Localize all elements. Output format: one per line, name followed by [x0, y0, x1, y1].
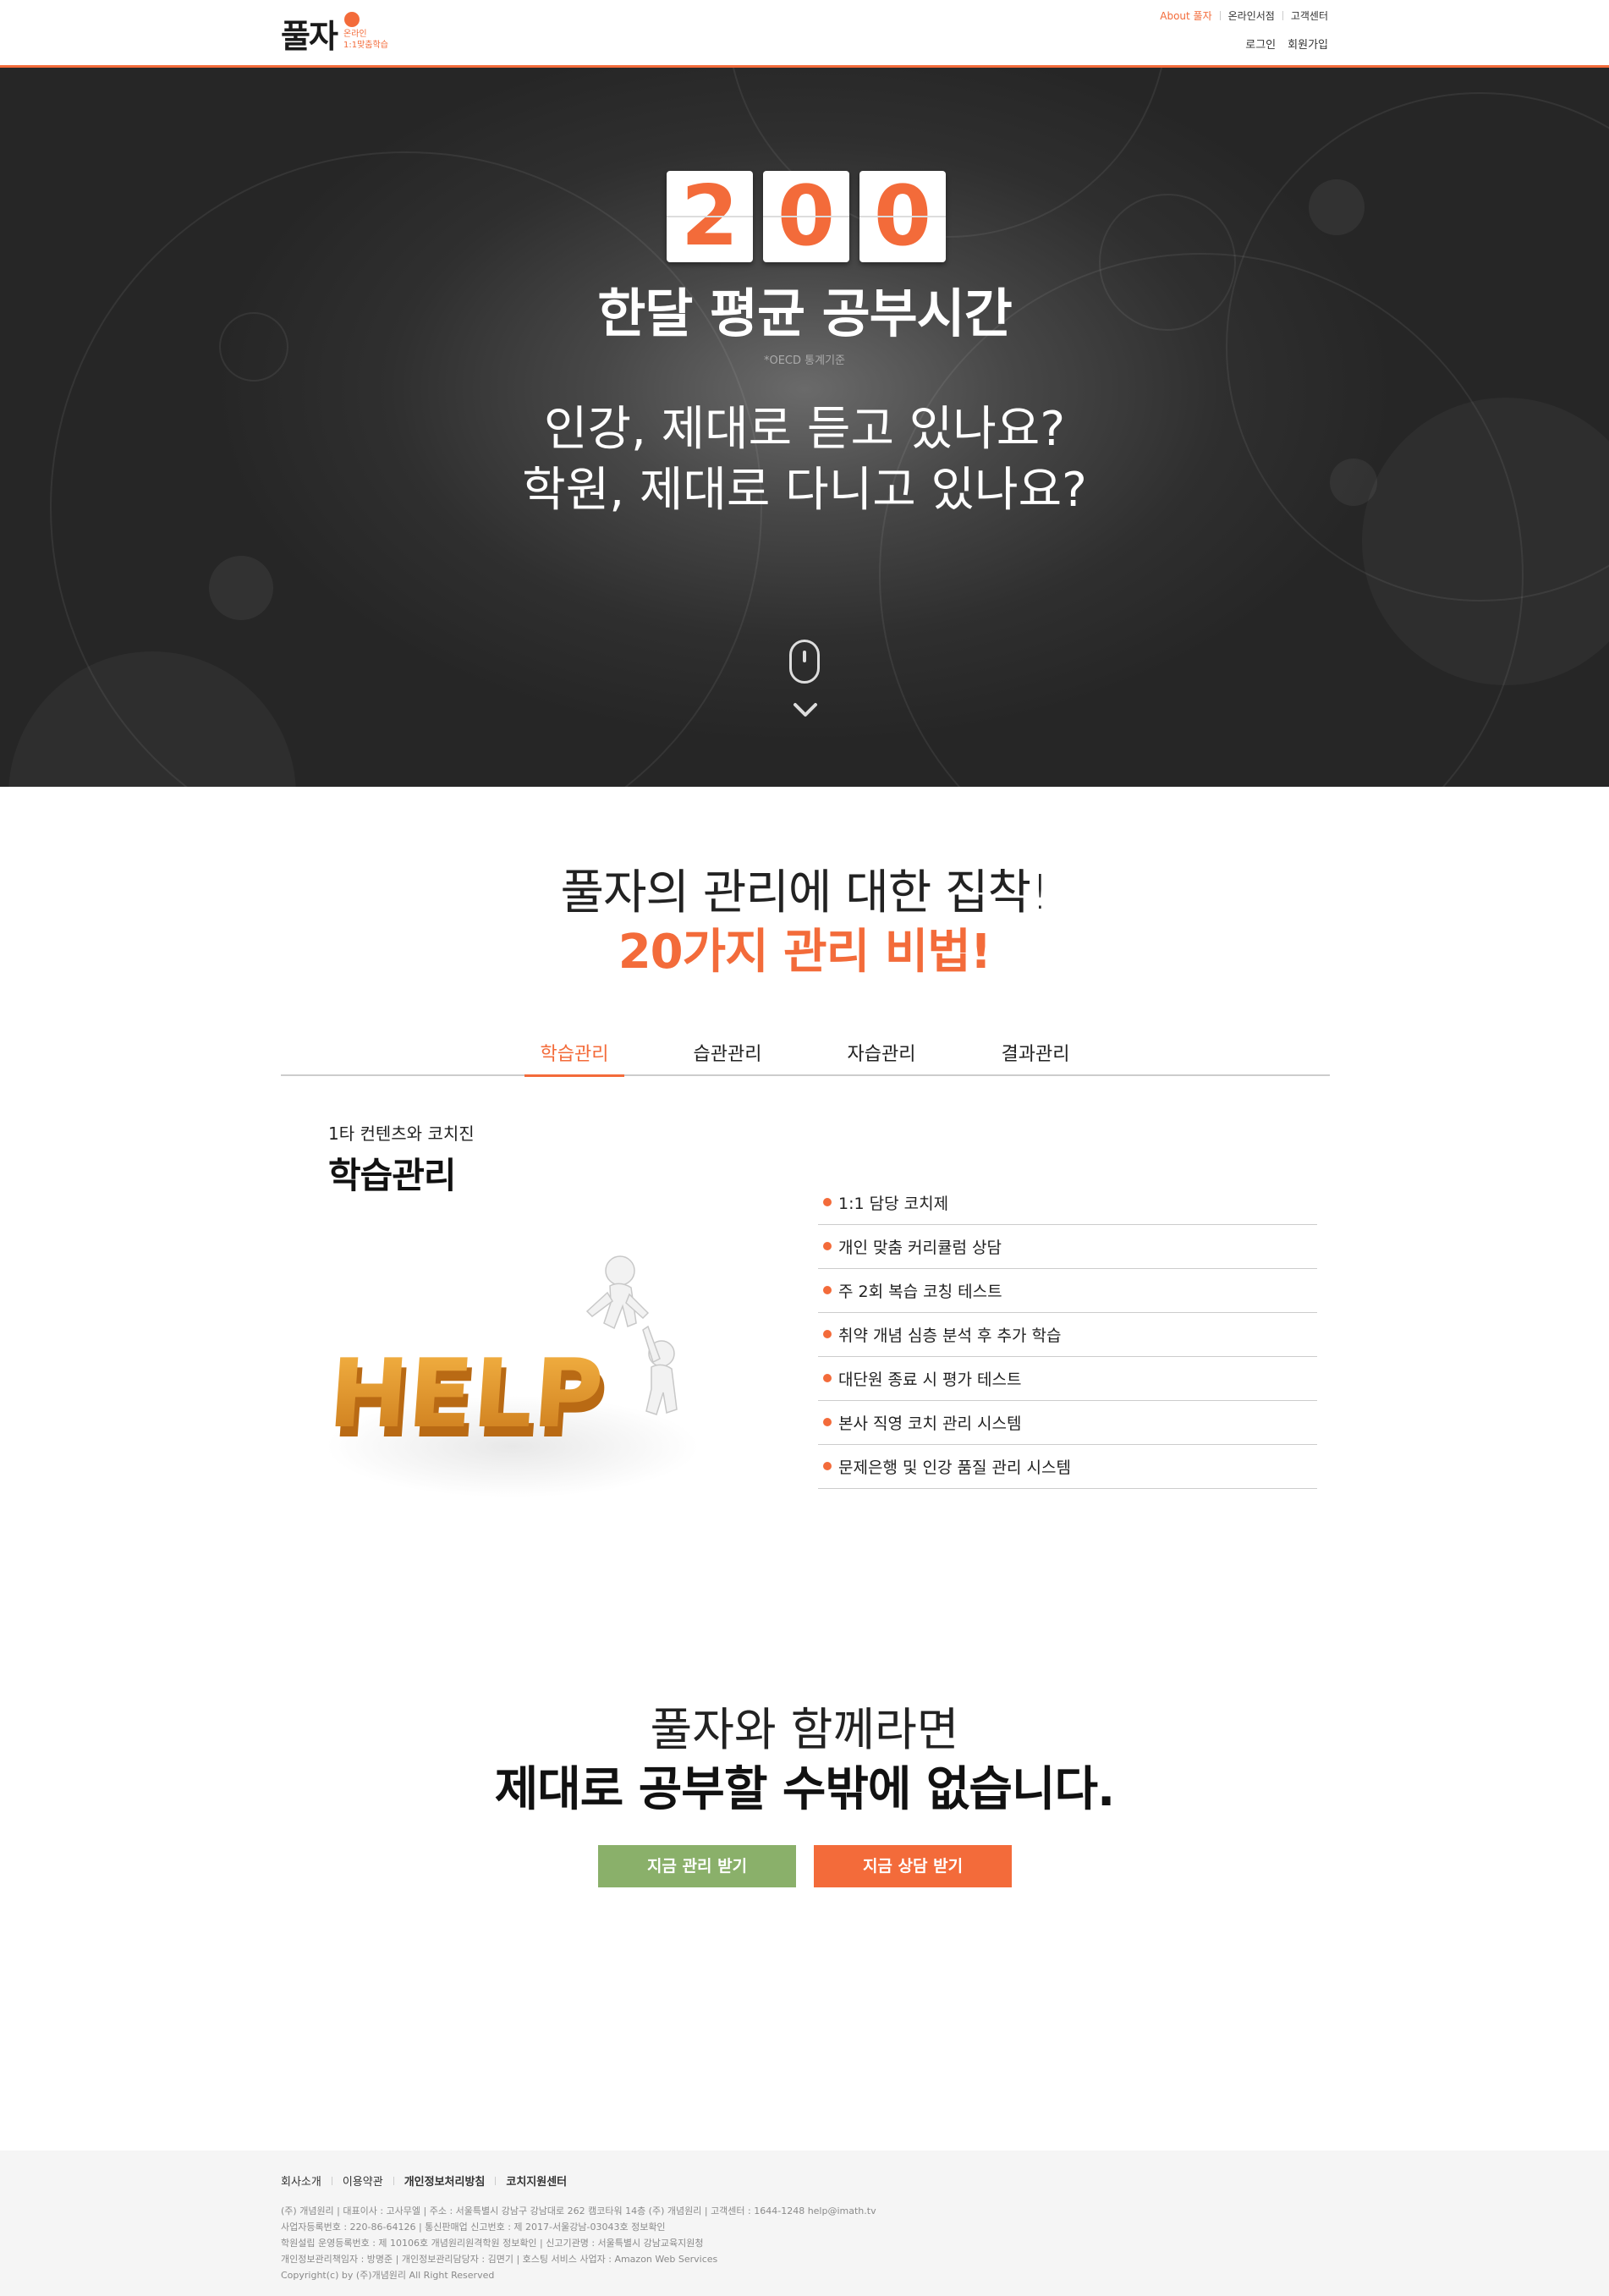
tab-habit-management[interactable]: 습관관리: [678, 1032, 777, 1076]
divider: [495, 2176, 497, 2185]
signup-link[interactable]: 회원가입: [1288, 36, 1328, 52]
bullet-icon: [823, 1286, 832, 1294]
utility-nav: About 풀자 온라인서점 고객센터: [1160, 8, 1328, 23]
footer-info-line: 개인정보관리책임자 : 방명준 | 개인정보관리담당자 : 김면기 | 호스팅 …: [281, 2254, 718, 2265]
bullet-icon: [823, 1418, 832, 1426]
bullet-icon: [823, 1198, 832, 1206]
management-tabs: 학습관리 습관관리 자습관리 결과관리: [281, 1032, 1330, 1077]
hero-title: 한달 평균 공부시간: [597, 283, 1013, 344]
section-subtitle: 20가지 관리 비법!: [618, 925, 992, 980]
site-footer: 회사소개 이용약관 개인정보처리방침 코치지원센터 (주) 개념원리 | 대표이…: [0, 2150, 1609, 2296]
hero-footnote: *OECD 통계기준: [763, 354, 845, 367]
help-word: HELP: [328, 1339, 607, 1449]
footer-links: 회사소개 이용약관 개인정보처리방침 코치지원센터: [281, 2172, 567, 2189]
feature-label: 문제은행 및 인강 품질 관리 시스템: [838, 1458, 1071, 1477]
list-item: 1:1 담당 코치제: [818, 1181, 1317, 1225]
logo-tagline-2: 1:1맞춤학습: [343, 41, 388, 50]
logo-bubble-icon: [344, 12, 360, 27]
footer-info-line: 사업자등록번호 : 220-86-64126 | 통신판매업 신고번호 : 제 …: [281, 2222, 666, 2233]
list-item: 주 2회 복습 코칭 테스트: [818, 1269, 1317, 1313]
counter-digit: 0: [763, 171, 849, 262]
feature-label: 개인 맞춤 커리큘럼 상담: [838, 1239, 1002, 1257]
card-kicker: 1타 컨텐츠와 코치진: [328, 1123, 475, 1144]
counter-digit: 2: [667, 171, 753, 262]
footer-info-line: (주) 개념원리 | 대표이사 : 고사무엘 | 주소 : 서울특별시 강남구 …: [281, 2205, 876, 2216]
logo[interactable]: 풀자 온라인 1:1맞춤학습: [281, 10, 391, 55]
hero-question-1: 인강, 제대로 듣고 있나요?: [543, 402, 1066, 457]
help-illustration: HELP HELP: [328, 1255, 697, 1497]
footer-link-privacy[interactable]: 개인정보처리방침: [404, 2172, 486, 2189]
feature-list: 1:1 담당 코치제 개인 맞춤 커리큘럼 상담 주 2회 복습 코칭 테스트 …: [818, 1181, 1317, 1489]
bullet-icon: [823, 1330, 832, 1338]
footer-link-company[interactable]: 회사소개: [281, 2172, 321, 2189]
list-item: 문제은행 및 인강 품질 관리 시스템: [818, 1445, 1317, 1489]
list-item: 취약 개념 심층 분석 후 추가 학습: [818, 1313, 1317, 1357]
feature-label: 주 2회 복습 코칭 테스트: [838, 1283, 1002, 1301]
chevron-down-icon[interactable]: [793, 700, 818, 719]
hero-banner: 2 0 0 한달 평균 공부시간 *OECD 통계기준 인강, 제대로 듣고 있…: [0, 68, 1609, 787]
hero-questions: 인강, 제대로 듣고 있나요? 학원, 제대로 다니고 있나요?: [0, 399, 1609, 521]
tab-self-study-management[interactable]: 자습관리: [832, 1032, 931, 1076]
get-managed-button[interactable]: 지금 관리 받기: [598, 1845, 796, 1887]
study-hours-counter: 2 0 0: [667, 171, 946, 262]
cta-heading-1: 풀자와 함께라면: [650, 1703, 959, 1756]
divider: [1282, 11, 1283, 20]
footer-company-info: (주) 개념원리 | 대표이사 : 고사무엘 | 주소 : 서울특별시 강남구 …: [281, 2203, 876, 2283]
nav-bookstore[interactable]: 온라인서점: [1228, 8, 1275, 23]
section-title: 풀자의 관리에 대한 집착!: [560, 865, 1049, 920]
get-consultation-button[interactable]: 지금 상담 받기: [814, 1845, 1012, 1887]
auth-nav: 로그인 회원가입: [1245, 36, 1328, 52]
tab-result-management[interactable]: 결과관리: [986, 1032, 1085, 1076]
footer-copyright: Copyright(c) by (주)개념원리 All Right Reserv…: [281, 2270, 495, 2281]
logo-tagline: 온라인 1:1맞춤학습: [343, 29, 388, 51]
card-title: 학습관리: [328, 1155, 457, 1196]
counter-digit: 0: [859, 171, 946, 262]
logo-tagline-1: 온라인: [343, 30, 367, 39]
list-item: 개인 맞춤 커리큘럼 상담: [818, 1225, 1317, 1269]
logo-wordmark: 풀자: [281, 18, 338, 55]
site-header: 풀자 온라인 1:1맞춤학습 About 풀자 온라인서점 고객센터 로그인 회…: [0, 0, 1609, 68]
login-link[interactable]: 로그인: [1245, 36, 1276, 52]
bullet-icon: [823, 1374, 832, 1382]
bullet-icon: [823, 1242, 832, 1250]
feature-label: 본사 직영 코치 관리 시스템: [838, 1414, 1022, 1433]
divider: [1219, 11, 1221, 20]
tab-study-management[interactable]: 학습관리: [524, 1032, 624, 1077]
list-item: 본사 직영 코치 관리 시스템: [818, 1401, 1317, 1445]
cta-heading-2: 제대로 공부할 수밖에 없습니다.: [494, 1762, 1116, 1817]
hero-question-2: 학원, 제대로 다니고 있나요?: [522, 463, 1087, 518]
list-item: 대단원 종료 시 평가 테스트: [818, 1357, 1317, 1401]
footer-link-terms[interactable]: 이용약관: [343, 2172, 383, 2189]
feature-label: 대단원 종료 시 평가 테스트: [838, 1370, 1022, 1389]
mouse-icon[interactable]: [789, 640, 820, 684]
feature-label: 1:1 담당 코치제: [838, 1195, 949, 1213]
bullet-icon: [823, 1462, 832, 1470]
footer-link-coach-center[interactable]: 코치지원센터: [506, 2172, 567, 2189]
footer-info-line: 학원설립 운영등록번호 : 제 10106호 개념원리원격학원 정보확인 | 신…: [281, 2238, 704, 2249]
feature-label: 취약 개념 심층 분석 후 추가 학습: [838, 1327, 1062, 1345]
nav-about[interactable]: About 풀자: [1160, 8, 1211, 23]
divider: [393, 2176, 394, 2185]
nav-support[interactable]: 고객센터: [1291, 8, 1328, 23]
